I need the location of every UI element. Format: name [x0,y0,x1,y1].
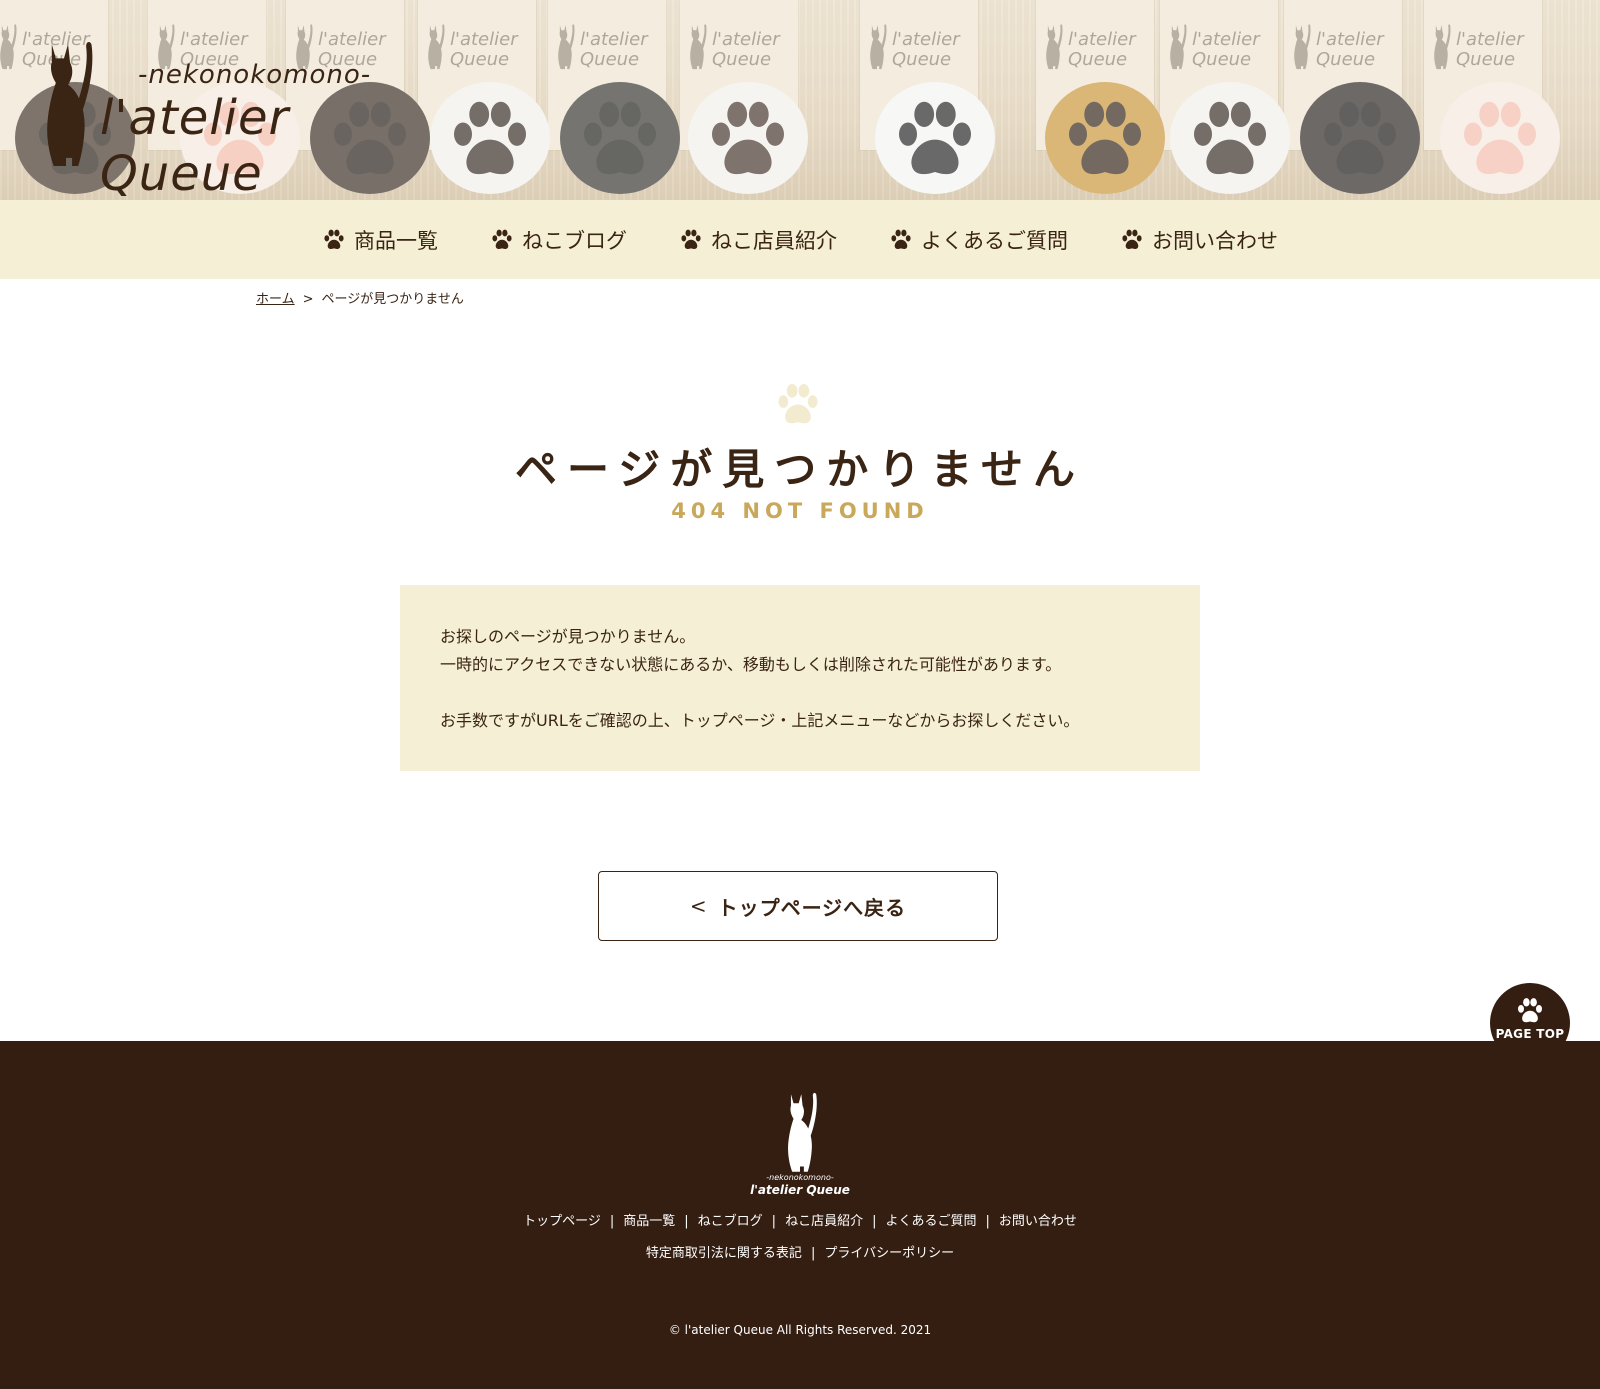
footer-links: トップページ | 商品一覧 | ねこブログ | ねこ店員紹介 | よくあるご質問 | お問い合わせ [523,1214,1077,1229]
breadcrumb-current: ページが見つかりません [321,292,464,307]
footer-link-privacy[interactable]: プライバシーポリシー [824,1246,954,1261]
nav-item-label: 商品一覧 [354,228,438,253]
page-subtitle: 404 NOT FOUND [671,499,929,523]
footer-link-top[interactable]: トップページ [523,1214,601,1229]
footer-logo-subtitle: -nekonokomono- [766,1173,834,1182]
nav-item-label: ねこブログ [522,228,627,253]
paw-icon [770,383,826,427]
hero-banner: l'atelier Queue l'atelier Queue l'atelier Q… [0,0,1600,200]
breadcrumb-home-link[interactable]: ホーム [256,292,295,307]
cat-silhouette-icon [780,1089,820,1173]
footer-link-tokusho[interactable]: 特定商取引法に関する表記 [646,1246,802,1261]
site-footer: -nekonokomono- l'atelier Queue トップページ | 商品… [0,1041,1600,1389]
global-nav: 商品一覧 ねこブログ ねこ店員紹介 よくあるご質問 お問い合わせ [0,200,1600,279]
logo-title: l'atelier Queue [100,90,290,200]
logo-subtitle: -nekonokomono- [138,60,372,90]
paw-icon [889,229,913,251]
footer-logo[interactable]: -nekonokomono- l'atelier Queue [750,1089,850,1197]
nav-item-contact[interactable]: お問い合わせ [1120,225,1278,255]
copyright: © l'atelier Queue All Rights Reserved. 2… [668,1323,932,1337]
nav-item-blog[interactable]: ねこブログ [490,225,627,255]
page-top-label: PAGE TOP [1495,1027,1565,1041]
back-to-top-page-button[interactable]: < トップページへ戻る [598,871,998,941]
footer-link-staff[interactable]: ねこ店員紹介 [785,1214,863,1229]
cat-silhouette-icon [34,36,98,168]
site-logo[interactable]: -nekonokomono- l'atelier Queue [30,30,430,200]
chevron-left-icon: < [689,894,708,918]
paw-icon [1120,229,1144,251]
nav-item-staff[interactable]: ねこ店員紹介 [679,225,837,255]
breadcrumb: ホーム > ページが見つかりません [256,288,464,307]
nav-item-products[interactable]: 商品一覧 [322,225,438,255]
footer-logo-title: l'atelier Queue [750,1183,850,1197]
page-title: ページが見つかりません [515,445,1085,494]
page-top-button[interactable]: PAGE TOP [1490,983,1570,1063]
footer-links-legal: 特定商取引法に関する表記 | プライバシーポリシー [645,1246,955,1261]
nav-item-label: よくあるご質問 [921,228,1068,253]
message-line: 一時的にアクセスできない状態にあるか、移動もしくは削除された可能性があります。 [440,655,1062,674]
footer-link-faq[interactable]: よくあるご質問 [885,1214,976,1229]
nav-item-label: ねこ店員紹介 [711,228,837,253]
footer-link-blog[interactable]: ねこブログ [698,1214,763,1229]
breadcrumb-separator: > [302,292,314,307]
paw-icon [322,229,346,251]
footer-link-products[interactable]: 商品一覧 [623,1214,675,1229]
nav-item-faq[interactable]: よくあるご質問 [889,225,1068,255]
back-button-label: トップページへ戻る [717,895,907,920]
paw-icon [1515,997,1545,1025]
nav-item-label: お問い合わせ [1152,228,1278,253]
message-line: お手数ですがURLをご確認の上、トップページ・上記メニューなどからお探しください… [440,711,1080,730]
message-line: お探しのページが見つかりません。 [440,627,696,646]
footer-link-contact[interactable]: お問い合わせ [999,1214,1077,1229]
paw-icon [490,229,514,251]
paw-icon [679,229,703,251]
error-message-box: お探しのページが見つかりません。 一時的にアクセスできない状態にあるか、移動もし… [400,585,1200,771]
